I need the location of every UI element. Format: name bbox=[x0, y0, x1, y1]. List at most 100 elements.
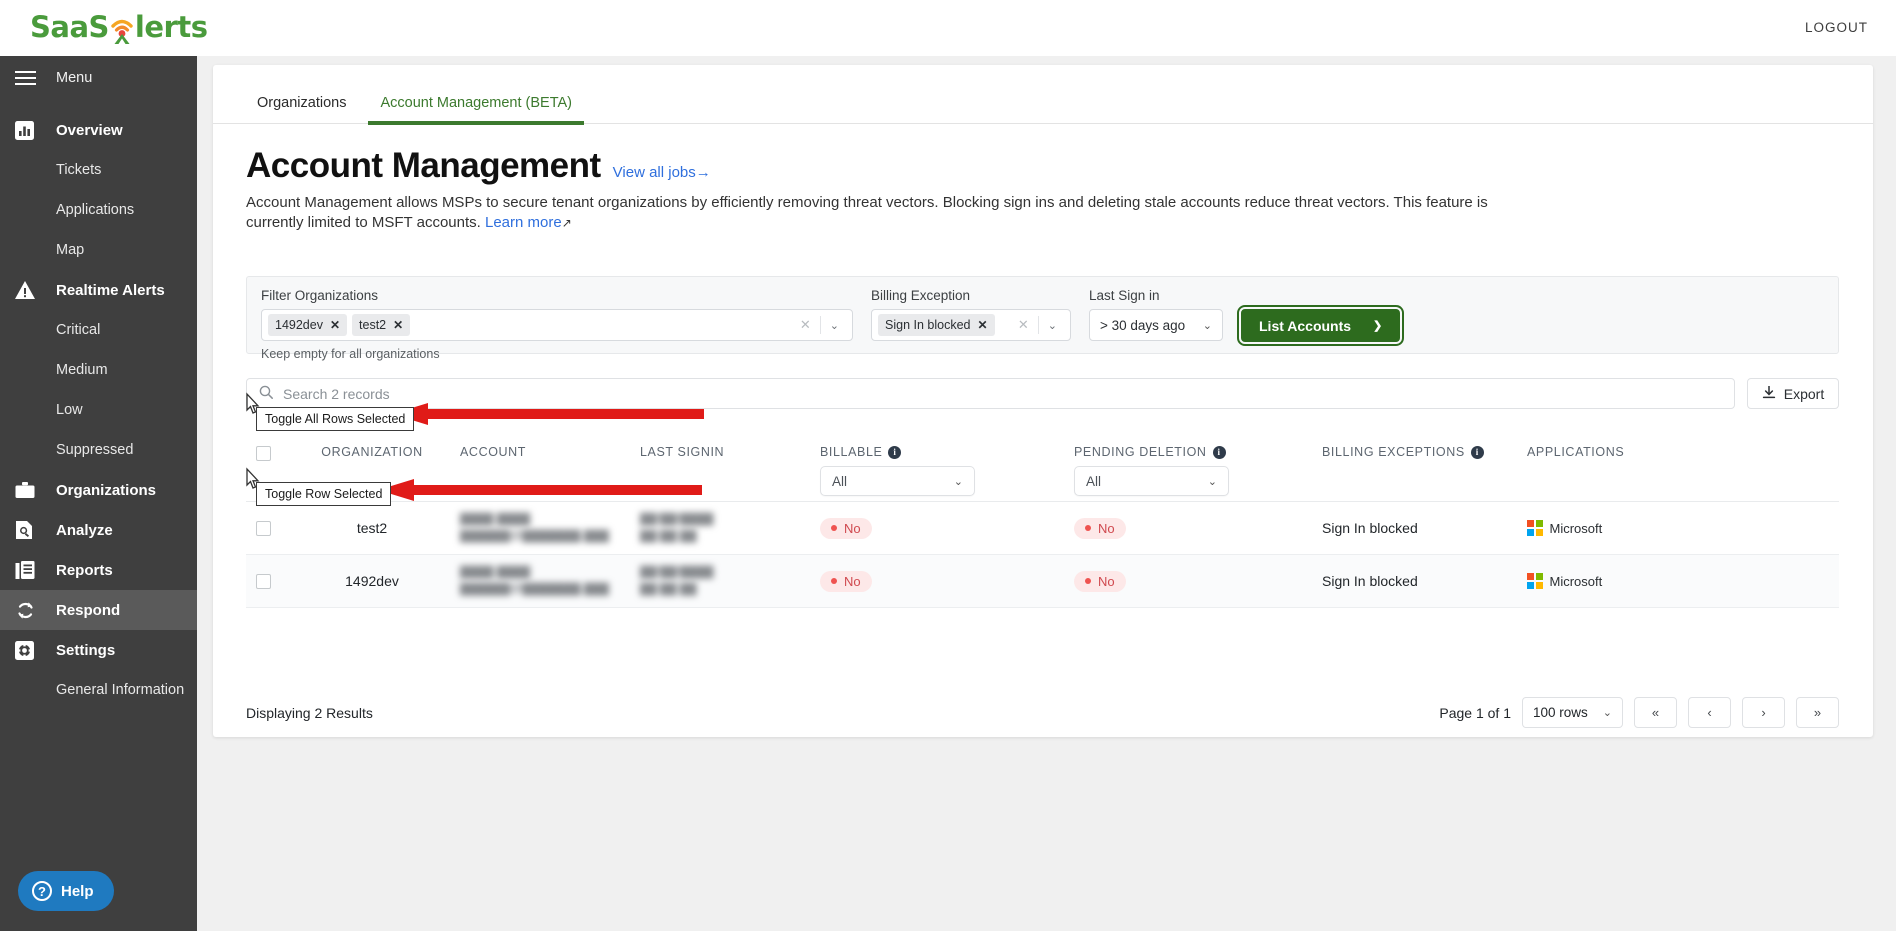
column-account-label: ACCOUNT bbox=[460, 445, 526, 459]
column-account-header: ACCOUNT bbox=[460, 438, 640, 459]
org-chip-1[interactable]: 1492dev ✕ bbox=[268, 314, 347, 336]
sidebar-item-reports[interactable]: Reports bbox=[0, 550, 197, 590]
sidebar-item-medium[interactable]: Medium bbox=[0, 350, 197, 390]
billing-chip-1[interactable]: Sign In blocked ✕ bbox=[878, 314, 995, 336]
sidebar-item-map[interactable]: Map bbox=[0, 230, 197, 270]
filter-billing-exception-input[interactable]: Sign In blocked ✕ ✕ ⌄ bbox=[871, 309, 1071, 341]
billable-filter-value: All bbox=[832, 474, 847, 489]
clear-organizations-icon[interactable]: ✕ bbox=[791, 317, 820, 333]
logo-text-saas: SaaS bbox=[30, 13, 109, 42]
sidebar-label-low: Low bbox=[56, 402, 83, 418]
list-accounts-group: List Accounts ❯ bbox=[1241, 288, 1400, 342]
previous-page-button[interactable]: ‹ bbox=[1688, 697, 1731, 728]
cell-pending-deletion: No bbox=[1074, 518, 1322, 539]
column-pending-deletion-label: PENDING DELETION bbox=[1074, 445, 1207, 459]
cell-billing-exceptions: Sign In blocked bbox=[1322, 520, 1527, 536]
tab-account-management[interactable]: Account Management (BETA) bbox=[368, 95, 584, 123]
status-dot-icon bbox=[831, 578, 837, 584]
export-button[interactable]: Export bbox=[1747, 378, 1839, 409]
page-header: Account Management View all jobs→ bbox=[213, 124, 1873, 183]
column-billing-exceptions: BILLING EXCEPTIONS i bbox=[1322, 438, 1527, 459]
sidebar-item-applications[interactable]: Applications bbox=[0, 190, 197, 230]
sidebar: Menu Overview Tickets Applications Map R… bbox=[0, 44, 197, 931]
tab-organizations[interactable]: Organizations bbox=[245, 95, 358, 123]
tab-organizations-label: Organizations bbox=[257, 95, 346, 111]
row-select-checkbox[interactable] bbox=[256, 574, 271, 589]
next-page-button[interactable]: › bbox=[1742, 697, 1785, 728]
sidebar-item-suppressed[interactable]: Suppressed bbox=[0, 430, 197, 470]
first-page-button[interactable]: « bbox=[1634, 697, 1677, 728]
help-button[interactable]: ? Help bbox=[18, 871, 114, 911]
billable-badge: No bbox=[820, 518, 872, 539]
filter-last-signin-select[interactable]: > 30 days ago ⌄ bbox=[1089, 309, 1223, 341]
organizations-chevron-down-icon[interactable]: ⌄ bbox=[821, 319, 848, 332]
row-organization-value: 1492dev bbox=[345, 573, 399, 589]
tab-bar: Organizations Account Management (BETA) bbox=[213, 65, 1873, 124]
download-icon bbox=[1762, 385, 1776, 402]
cell-organization: 1492dev bbox=[284, 573, 460, 589]
sidebar-menu-toggle[interactable]: Menu bbox=[0, 58, 197, 98]
org-chip-1-remove-icon[interactable]: ✕ bbox=[330, 318, 340, 332]
list-accounts-button[interactable]: List Accounts ❯ bbox=[1241, 309, 1400, 342]
sidebar-item-realtime-alerts[interactable]: Realtime Alerts bbox=[0, 270, 197, 310]
tab-account-management-label: Account Management (BETA) bbox=[380, 95, 572, 111]
org-chip-2[interactable]: test2 ✕ bbox=[352, 314, 410, 336]
sidebar-label-tickets: Tickets bbox=[56, 162, 101, 178]
table-row[interactable]: test2 ▓▓▓▓ ▓▓▓▓ ▓▓▓▓▓▓@▓▓▓▓▓▓▓.▓▓▓ ▓▓/▓▓… bbox=[246, 502, 1839, 555]
billable-filter-select[interactable]: All ⌄ bbox=[820, 466, 975, 496]
sidebar-item-respond[interactable]: Respond bbox=[0, 590, 197, 630]
pending-deletion-badge: No bbox=[1074, 571, 1126, 592]
status-dot-icon bbox=[1085, 578, 1091, 584]
sidebar-item-critical[interactable]: Critical bbox=[0, 310, 197, 350]
last-page-button[interactable]: » bbox=[1796, 697, 1839, 728]
pending-deletion-filter-select[interactable]: All ⌄ bbox=[1074, 466, 1229, 496]
logo-text-alerts: lerts bbox=[135, 13, 208, 42]
billable-info-icon[interactable]: i bbox=[888, 446, 901, 459]
app-logo[interactable]: SaaS lerts bbox=[30, 8, 207, 48]
cell-billable: No bbox=[820, 518, 1074, 539]
clear-billing-exception-icon[interactable]: ✕ bbox=[1009, 317, 1038, 333]
sidebar-item-overview[interactable]: Overview bbox=[0, 110, 197, 150]
logout-button[interactable]: LOGOUT bbox=[1805, 20, 1868, 35]
column-pending-deletion-header: PENDING DELETION i bbox=[1074, 438, 1322, 459]
page-description-text: Account Management allows MSPs to secure… bbox=[246, 194, 1488, 231]
column-organization[interactable]: ORGANIZATION bbox=[284, 438, 460, 459]
select-all-checkbox[interactable] bbox=[256, 446, 271, 461]
sidebar-label-realtime-alerts: Realtime Alerts bbox=[56, 282, 165, 299]
sidebar-item-low[interactable]: Low bbox=[0, 390, 197, 430]
mouse-cursor-header bbox=[243, 392, 263, 423]
org-chip-2-remove-icon[interactable]: ✕ bbox=[393, 318, 403, 332]
cell-account: ▓▓▓▓ ▓▓▓▓ ▓▓▓▓▓▓@▓▓▓▓▓▓▓.▓▓▓ bbox=[460, 565, 640, 597]
pending-deletion-info-icon[interactable]: i bbox=[1213, 446, 1226, 459]
sidebar-item-general-information[interactable]: General Information bbox=[0, 670, 197, 710]
column-applications: APPLICATIONS bbox=[1527, 438, 1839, 459]
sidebar-item-settings[interactable]: Settings bbox=[0, 630, 197, 670]
sidebar-item-analyze[interactable]: Analyze bbox=[0, 510, 197, 550]
warning-icon bbox=[12, 281, 42, 299]
sidebar-label-critical: Critical bbox=[56, 322, 100, 338]
sidebar-item-tickets[interactable]: Tickets bbox=[0, 150, 197, 190]
reports-icon bbox=[12, 560, 42, 580]
filter-last-signin-label: Last Sign in bbox=[1089, 288, 1223, 303]
billing-exceptions-info-icon[interactable]: i bbox=[1471, 446, 1484, 459]
filter-billing-exception-group: Billing Exception Sign In blocked ✕ ✕ ⌄ bbox=[871, 288, 1071, 341]
billing-exception-chevron-down-icon[interactable]: ⌄ bbox=[1039, 319, 1066, 332]
hamburger-icon bbox=[12, 71, 42, 86]
column-last-signin[interactable]: LAST SIGNIN bbox=[640, 438, 820, 459]
billable-value: No bbox=[844, 521, 861, 536]
column-applications-label: APPLICATIONS bbox=[1527, 445, 1624, 459]
row-account-name: ▓▓▓▓ ▓▓▓▓ bbox=[460, 512, 530, 527]
view-all-jobs-link[interactable]: View all jobs→ bbox=[613, 164, 711, 181]
learn-more-link[interactable]: Learn more bbox=[485, 214, 562, 231]
row-last-signin-date: ▓▓/▓▓/▓▓▓▓ bbox=[640, 512, 713, 527]
chevron-right-icon: ❯ bbox=[1373, 319, 1382, 332]
table-row[interactable]: 1492dev ▓▓▓▓ ▓▓▓▓ ▓▓▓▓▓▓@▓▓▓▓▓▓▓.▓▓▓ ▓▓/… bbox=[246, 555, 1839, 608]
org-chip-1-label: 1492dev bbox=[275, 318, 323, 332]
billing-chip-1-remove-icon[interactable]: ✕ bbox=[977, 318, 987, 332]
row-select-checkbox[interactable] bbox=[256, 521, 271, 536]
billable-value: No bbox=[844, 574, 861, 589]
rows-per-page-select[interactable]: 100 rows ⌄ bbox=[1522, 697, 1623, 728]
column-account[interactable]: ACCOUNT bbox=[460, 438, 640, 459]
filter-organizations-input[interactable]: 1492dev ✕ test2 ✕ ✕ ⌄ bbox=[261, 309, 853, 341]
sidebar-item-organizations[interactable]: Organizations bbox=[0, 470, 197, 510]
